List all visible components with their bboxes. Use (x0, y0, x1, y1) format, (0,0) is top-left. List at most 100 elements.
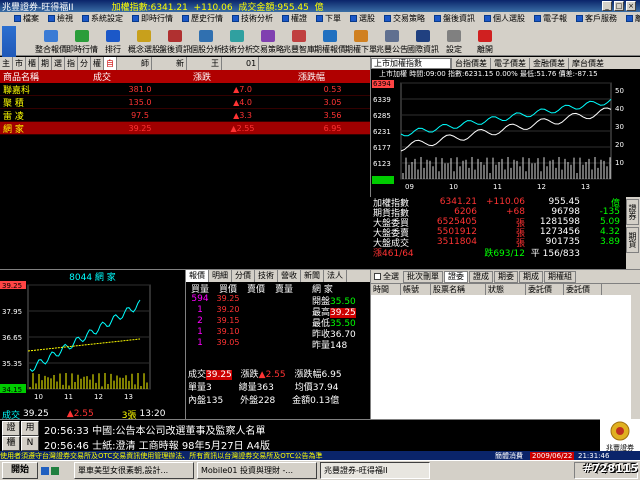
menu-item-1[interactable]: 檢視 (48, 13, 73, 24)
orders-col-3[interactable]: 狀態 (486, 283, 526, 296)
toolbar-button-13[interactable]: 設定 (439, 25, 469, 55)
toolbar-button-11[interactable]: 兆豐公告 (376, 25, 408, 55)
orders-col-2[interactable]: 股票名稱 (431, 283, 486, 296)
orders-tab-3[interactable]: 期委 (494, 270, 518, 283)
orders-tab-0[interactable]: 批次刪單 (403, 270, 443, 283)
bid-price[interactable]: 39.20 (214, 305, 242, 314)
orders-col-1[interactable]: 帳號 (401, 283, 431, 296)
quote-tab-1[interactable]: 市 (13, 57, 26, 70)
menu-item-7[interactable]: 下單 (316, 13, 341, 24)
detail-tab-0[interactable]: 報價 (186, 270, 209, 282)
quote-tab-8[interactable]: 自 (104, 57, 117, 70)
ticker-line-2[interactable]: 20:56:46 士紙:澄清 工商時報 98年5月27日 A4版 (44, 437, 270, 452)
toolbar-button-5[interactable]: 個股分析 (190, 25, 222, 55)
menu-item-8[interactable]: 選股 (350, 13, 375, 24)
quote-tab-12[interactable]: 01 (244, 57, 260, 70)
orders-table-body[interactable] (371, 295, 631, 420)
orders-col-4[interactable]: 委託價 (526, 283, 564, 296)
quote-tab-11[interactable]: 王 (209, 57, 222, 70)
detail-tab-2[interactable]: 分價 (232, 270, 255, 282)
minimize-button[interactable]: _ (602, 1, 612, 11)
ticker-line-1[interactable]: 20:56:33 中國:公告本公司改選董事及監察人名單 (44, 422, 265, 437)
toolbar-button-7[interactable]: 交易策略 (252, 25, 284, 55)
index-tab-2[interactable]: 金融價差 (529, 57, 568, 69)
orders-tab-2[interactable]: 證成 (469, 270, 493, 283)
menu-item-0[interactable]: 檔案 (14, 13, 39, 24)
start-button[interactable]: 開始 (2, 462, 38, 479)
ie-icon[interactable] (41, 466, 49, 475)
desktop-icon[interactable] (51, 466, 59, 475)
detail-tab-3[interactable]: 技術 (255, 270, 278, 282)
task-item-1[interactable]: 單車美型女很素朝,設計... (74, 462, 194, 479)
orders-scrollbar[interactable] (631, 295, 640, 420)
toolbar-button-6[interactable]: 技術分析 (221, 25, 253, 55)
close-button[interactable]: × (626, 1, 636, 11)
toolbar-button-0[interactable]: 整合報價 (35, 25, 67, 55)
orders-tab-1[interactable]: 證委 (444, 270, 468, 283)
toolbar-button-10[interactable]: 期權下單 (345, 25, 377, 55)
maximize-button[interactable]: □ (614, 1, 624, 11)
detail-tab-6[interactable]: 法人 (324, 270, 347, 282)
toolbar-button-4[interactable]: 盤後資訊 (159, 25, 191, 55)
quote-tab-4[interactable]: 選 (52, 57, 65, 70)
orders-tab-5[interactable]: 期權組 (544, 270, 576, 283)
ticker-button-stock[interactable]: 櫃 (2, 436, 20, 451)
quote-tab-2[interactable]: 櫃 (26, 57, 39, 70)
toolbar-button-2[interactable]: 排行 (98, 25, 128, 55)
task-item-2[interactable]: Mobile01 投資與理財 -... (197, 462, 317, 479)
orders-col-5[interactable]: 委託價 (564, 283, 602, 296)
quote-tab-10[interactable]: 新 (174, 57, 187, 70)
menu-item-9[interactable]: 交易策略 (384, 13, 425, 24)
bid-price[interactable]: 39.15 (214, 316, 242, 325)
detail-tab-4[interactable]: 營收 (278, 270, 301, 282)
quote-tab-0[interactable]: 主 (0, 57, 13, 70)
menu-item-14[interactable]: 離開 (626, 13, 640, 24)
market-side-tab-1[interactable]: 期貨 (626, 227, 639, 253)
toolbar-button-8[interactable]: 兆豐智庫 (283, 25, 315, 55)
menu-item-2[interactable]: 系統設定 (82, 13, 123, 24)
menu-item-12[interactable]: 電子報 (534, 13, 567, 24)
menu-item-4[interactable]: 歷史行情 (182, 13, 223, 24)
toolbar-button-9[interactable]: 期權報價 (314, 25, 346, 55)
toolbar-button-1[interactable]: 即時行情 (66, 25, 98, 55)
quote-tab-5[interactable]: 指 (65, 57, 78, 70)
quote-tab-3[interactable]: 期 (39, 57, 52, 70)
menu-item-3[interactable]: 即時行情 (132, 13, 173, 24)
menu-item-10[interactable]: 盤後資訊 (434, 13, 475, 24)
select-all-checkbox[interactable]: 全選 (371, 271, 402, 282)
toolbar-icon (44, 30, 58, 42)
ticker-button-detail[interactable]: 證 (2, 421, 20, 436)
orders-col-0[interactable]: 時間 (371, 283, 401, 296)
bid-price[interactable]: 39.05 (214, 338, 242, 347)
index-tab-1[interactable]: 電子價差 (490, 57, 529, 69)
menu-item-5[interactable]: 技術分析 (232, 13, 273, 24)
toolbar-icon (230, 30, 244, 42)
toolbar-icon (323, 30, 337, 42)
menu-item-11[interactable]: 個人選股 (484, 13, 525, 24)
bid-price[interactable]: 39.25 (214, 294, 242, 303)
detail-tab-5[interactable]: 新聞 (301, 270, 324, 282)
menu-item-13[interactable]: 客戶服務 (576, 13, 617, 24)
orders-tab-4[interactable]: 期成 (519, 270, 543, 283)
quote-tab-6[interactable]: 分 (78, 57, 91, 70)
quote-change: ▲3.3 (233, 110, 252, 120)
index-tab-3[interactable]: 摩台價差 (568, 57, 607, 69)
detail-tab-1[interactable]: 明細 (209, 270, 232, 282)
quote-row[interactable]: 雷 凌 97.5 ▲3.3 3.56 (0, 109, 370, 122)
quote-tab-7[interactable]: 權 (91, 57, 104, 70)
menu-item-6[interactable]: 權證 (282, 13, 307, 24)
index-select[interactable]: 上市加權指數 (371, 57, 451, 69)
toolbar-button-3[interactable]: 概念選股 (128, 25, 160, 55)
quote-row[interactable]: 網 家 39.25 ▲2.55 6.95 (0, 122, 370, 135)
task-item-3[interactable]: 兆豐證券-旺得福II (320, 462, 430, 479)
quote-row[interactable]: 聯嘉科 381.0 ▲7.0 0.53 (0, 83, 370, 96)
bid-price[interactable]: 39.10 (214, 327, 242, 336)
ticker-button-use[interactable]: 用 (21, 421, 39, 436)
quote-tab-9[interactable]: 師 (139, 57, 152, 70)
index-tab-0[interactable]: 台指價差 (451, 57, 490, 69)
toolbar-button-12[interactable]: 國際資訊 (407, 25, 439, 55)
quote-row[interactable]: 聚 積 135.0 ▲4.0 3.05 (0, 96, 370, 109)
toolbar-button-14[interactable]: 離開 (470, 25, 500, 55)
market-side-tab-0[interactable]: 證券 (626, 199, 639, 225)
ticker-button-n[interactable]: N (21, 436, 39, 451)
